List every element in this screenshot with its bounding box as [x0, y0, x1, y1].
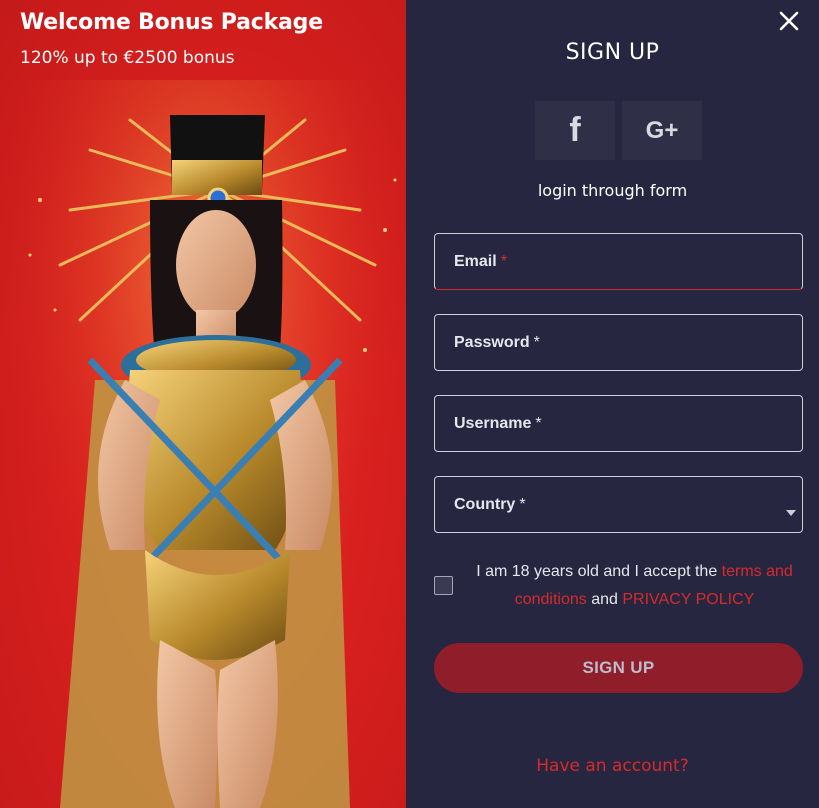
terms-text: I am 18 years old and I accept the terms… [462, 558, 807, 614]
login-through-form-text: login through form [537, 181, 688, 200]
email-required-mark: * [500, 252, 507, 270]
facebook-login-button[interactable]: f [535, 101, 615, 160]
privacy-policy-link[interactable]: PRIVACY POLICY [622, 591, 754, 608]
terms-prefix: I am 18 years old and I accept the [476, 563, 718, 580]
password-field[interactable]: Password * [434, 314, 803, 371]
close-button[interactable] [776, 8, 802, 34]
terms-joiner: and [591, 591, 618, 608]
facebook-icon: f [569, 111, 581, 149]
password-required-mark: * [533, 333, 540, 351]
country-label: Country [454, 495, 516, 513]
username-field[interactable]: Username * [434, 395, 803, 452]
close-icon [779, 11, 799, 31]
promo-title: Welcome Bonus Package [20, 10, 323, 35]
promo-panel: Welcome Bonus Package 120% up to €2500 b… [0, 0, 406, 808]
email-label: Email [454, 252, 497, 270]
google-plus-login-button[interactable]: G+ [622, 101, 702, 160]
promo-hero-image [0, 80, 406, 808]
chevron-down-icon [786, 510, 796, 516]
signup-title: SIGN UP [565, 40, 660, 65]
age-terms-checkbox[interactable] [434, 576, 453, 595]
signup-panel: SIGN UP f G+ login through form Email * … [406, 0, 819, 808]
username-required-mark: * [535, 414, 542, 432]
country-select[interactable]: Country * [434, 476, 803, 533]
google-plus-icon: G+ [645, 116, 679, 144]
promo-subtitle: 120% up to €2500 bonus [20, 48, 235, 68]
have-account-link[interactable]: Have an account? [406, 756, 819, 776]
password-label: Password [454, 333, 530, 351]
signup-button[interactable]: SIGN UP [434, 643, 803, 693]
username-label: Username [454, 414, 532, 432]
country-required-mark: * [519, 495, 526, 513]
email-field[interactable]: Email * [434, 233, 803, 290]
